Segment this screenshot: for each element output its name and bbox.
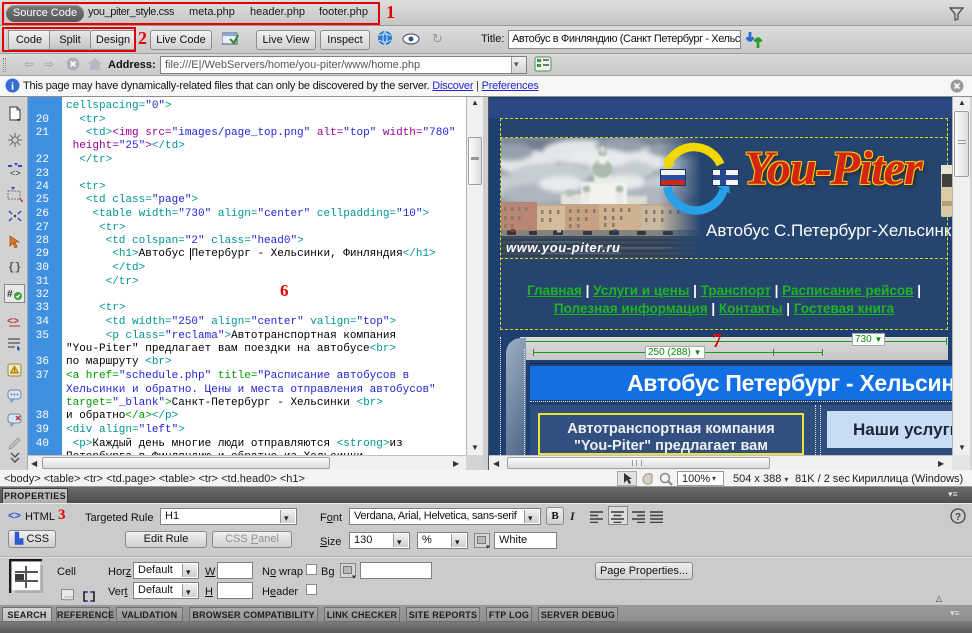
svg-text:#: # — [7, 289, 13, 300]
svg-text:{}: {} — [8, 262, 21, 274]
svg-text:<>: <> — [10, 169, 21, 178]
svg-text:i: i — [11, 81, 14, 93]
svg-text:?: ? — [955, 512, 961, 523]
